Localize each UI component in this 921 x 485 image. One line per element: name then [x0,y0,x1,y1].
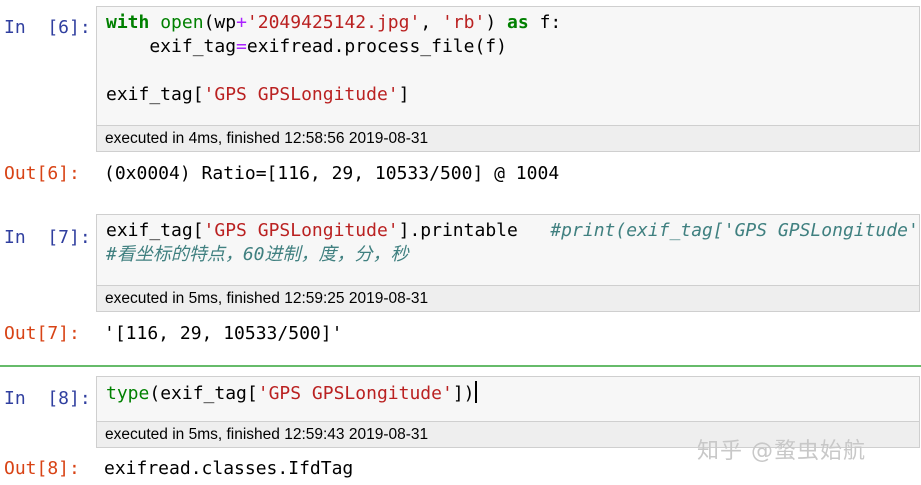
keyword-with: with [106,12,150,33]
comment: #print(exif_tag['GPS GPSLongitude']) [550,220,919,241]
text-cursor [474,381,477,403]
cell-8-in-prompt: In [8]: [4,388,91,409]
code-text: ].printable [398,220,551,241]
code-text: (wp [203,12,237,33]
code-text: ]) [452,383,475,404]
cell-8-out-prompt: Out[8]: [4,458,80,479]
zhihu-watermark: 知乎 @蝥虫始航 [697,439,866,464]
code-text: exif_tag [106,36,237,57]
cell-6-execution-time: executed in 4ms, finished 12:58:56 2019-… [97,125,919,151]
code-text: exifread.process_file(f) [246,36,507,57]
builtin-open: open [160,12,204,33]
code-text: (exif_tag[ [149,383,258,404]
comment: #看坐标的特点，60进制，度，分，秒 [106,244,409,265]
string-key: 'GPS GPSLongitude' [203,84,399,105]
cell-6-output: (0x0004) Ratio=[116, 29, 10533/500] @ 10… [104,163,560,184]
cell-7-out-prompt: Out[7]: [4,323,80,344]
cell-7-in-prompt: In [7]: [4,227,91,248]
operator-assign: = [236,36,247,57]
cell-8-code[interactable]: type(exif_tag['GPS GPSLongitude']) [97,377,919,406]
string-filename: '2049425142.jpg' [246,12,421,33]
builtin-type: type [106,383,150,404]
keyword-as: as [507,12,529,33]
code-text: f: [528,12,562,33]
string-key: 'GPS GPSLongitude' [203,220,399,241]
string-mode: 'rb' [442,12,486,33]
cell-7-output: '[116, 29, 10533/500]' [104,323,343,344]
cell-6-input-area[interactable]: with open(wp+'2049425142.jpg', 'rb') as … [96,6,920,152]
code-text: exif_tag[ [106,84,204,105]
cell-7-execution-time: executed in 5ms, finished 12:59:25 2019-… [97,285,919,311]
code-text: ) [485,12,508,33]
cell-6-out-prompt: Out[6]: [4,163,80,184]
cell-6-in-prompt: In [6]: [4,17,91,38]
cell-8-output: exifread.classes.IfdTag [104,458,354,479]
cell-7-input-area[interactable]: exif_tag['GPS GPSLongitude'].printable #… [96,214,920,312]
code-text: exif_tag[ [106,220,204,241]
code-text: ] [398,84,410,105]
cell-6-code[interactable]: with open(wp+'2049425142.jpg', 'rb') as … [97,7,919,107]
code-text: , [420,12,442,33]
cell-7-code[interactable]: exif_tag['GPS GPSLongitude'].printable #… [97,215,919,267]
string-key: 'GPS GPSLongitude' [257,383,453,404]
operator-plus: + [236,12,247,33]
selected-cell-indicator [0,365,921,367]
